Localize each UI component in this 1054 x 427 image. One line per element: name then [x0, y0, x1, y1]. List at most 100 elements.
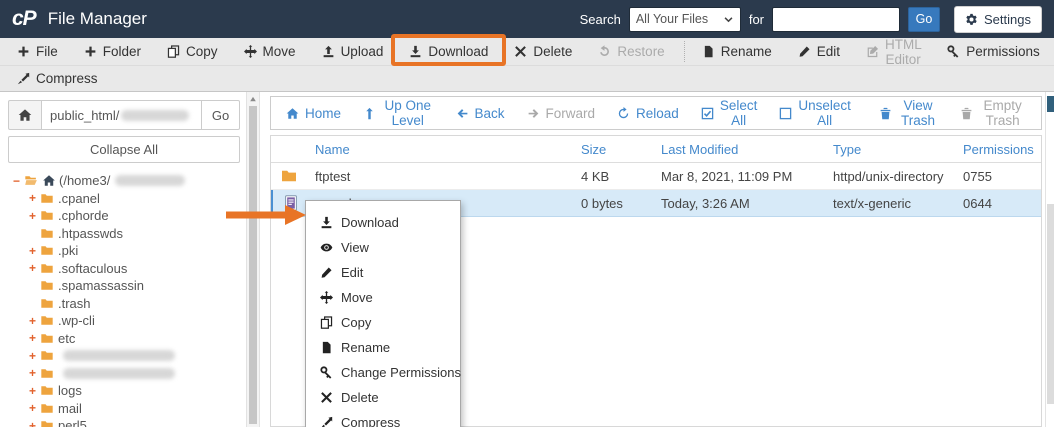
toolbar-button[interactable]: Rename [683, 41, 785, 62]
context-menu-item[interactable]: View [306, 235, 460, 260]
toolbar-button[interactable]: Move [231, 41, 309, 62]
context-menu-item[interactable]: Rename [306, 335, 460, 360]
toolbar-button[interactable]: Upload [309, 41, 397, 62]
tree-item[interactable]: + perl5 [8, 417, 240, 427]
toolbar-button[interactable]: Compress [4, 68, 111, 89]
tree-expand-toggle[interactable]: + [29, 244, 40, 258]
column-header-type[interactable]: Type [833, 142, 963, 157]
file-nav-button[interactable]: Home [275, 103, 352, 124]
file-nav-button[interactable]: Select All [690, 95, 769, 131]
collapse-all-button[interactable]: Collapse All [8, 136, 240, 163]
tree-expand-toggle[interactable]: − [13, 174, 24, 188]
file-nav-button[interactable]: Back [445, 103, 516, 124]
context-menu-item[interactable]: Download [306, 210, 460, 235]
toolbar-button[interactable]: Permissions [934, 41, 1053, 62]
toolbar-button[interactable]: Delete [501, 41, 585, 62]
file-nav-button[interactable]: Empty Trash [949, 95, 1037, 131]
tree-item[interactable]: + .softaculous [8, 260, 240, 278]
key-icon [320, 366, 333, 379]
folder-icon [40, 384, 54, 397]
context-menu-item[interactable]: Delete [306, 385, 460, 410]
tree-expand-toggle[interactable]: + [29, 419, 40, 427]
tree-expand-toggle[interactable]: + [29, 191, 40, 205]
toolbar-button[interactable]: Restore [585, 41, 677, 62]
directory-sidebar: public_html/ Go Collapse All − (/home3/ … [0, 92, 246, 427]
context-menu-item[interactable]: Copy [306, 310, 460, 335]
editsq-icon [866, 45, 879, 58]
home-path-button[interactable] [8, 100, 42, 130]
context-menu-item[interactable]: Edit [306, 260, 460, 285]
tree-expand-toggle[interactable]: + [29, 349, 40, 363]
context-menu-item[interactable]: Compress [306, 410, 460, 427]
tree-item[interactable]: + mail [8, 400, 240, 418]
toolbar-button[interactable]: Download [391, 34, 507, 66]
search-input[interactable] [772, 6, 901, 32]
download-icon [320, 216, 333, 229]
tree-item[interactable]: .spamassassin [8, 277, 240, 295]
tree-item[interactable]: + .cpanel [8, 190, 240, 208]
folder-icon [40, 227, 54, 240]
column-header-permissions[interactable]: Permissions [963, 142, 1041, 157]
folder-icon [40, 332, 54, 345]
file-nav-button[interactable]: Forward [516, 103, 607, 124]
tree-expand-toggle[interactable]: + [29, 331, 40, 345]
toolbar-button[interactable]: Edit [785, 41, 853, 62]
tree-expand-toggle[interactable]: + [29, 209, 40, 223]
path-input[interactable]: public_html/ [42, 100, 202, 130]
toolbar-button[interactable]: File [4, 41, 71, 62]
table-row[interactable]: ftptest 4 KB Mar 8, 2021, 11:09 PM httpd… [271, 163, 1041, 190]
context-menu-item[interactable]: Move [306, 285, 460, 310]
x-icon [514, 45, 527, 58]
move-icon [244, 45, 257, 58]
scroll-up-icon[interactable] [248, 94, 258, 104]
tree-expand-toggle[interactable]: + [29, 314, 40, 328]
file-nav-button[interactable]: Up One Level [352, 95, 444, 131]
sidebar-scrollbar[interactable] [246, 92, 260, 427]
file-name: ftptest [315, 168, 351, 184]
context-menu: Download View Edit Move Copy Rename Chan… [305, 200, 461, 427]
tree-item[interactable]: .trash [8, 295, 240, 313]
context-menu-item-label: Copy [341, 315, 372, 330]
tree-item[interactable]: + etc [8, 330, 240, 348]
sidebar-scrollbar-thumb[interactable] [249, 106, 257, 424]
toolbar-button[interactable]: HTML Editor [853, 34, 934, 70]
column-header-size[interactable]: Size [581, 142, 661, 157]
tree-item[interactable]: + .wp-cli [8, 312, 240, 330]
page-scrollbar[interactable] [1045, 92, 1054, 427]
path-go-button[interactable]: Go [202, 100, 240, 130]
tree-item[interactable]: .htpasswds [8, 225, 240, 243]
tree-item-label: mail [58, 400, 82, 416]
copy-icon [167, 45, 180, 58]
file-nav-button[interactable]: Reload [606, 103, 690, 124]
file-nav-button-label: Up One Level [384, 98, 432, 128]
tree-item-label: .trash [58, 295, 91, 311]
file-nav-button[interactable]: Unselect All [768, 95, 862, 131]
search-go-button[interactable]: Go [908, 6, 941, 32]
tree-expand-toggle[interactable]: + [29, 261, 40, 275]
restore-icon [598, 45, 611, 58]
tree-expand-toggle[interactable]: + [29, 366, 40, 380]
search-scope-value: All Your Files [635, 12, 709, 26]
tree-item[interactable]: + [8, 365, 240, 383]
tree-item[interactable]: + .pki [8, 242, 240, 260]
search-scope-select[interactable]: All Your Files [628, 6, 741, 32]
context-menu-item[interactable]: Change Permissions [306, 360, 461, 385]
page-scrollbar-thumb[interactable] [1047, 204, 1054, 404]
toolbar-button[interactable]: Folder [71, 41, 154, 62]
file-nav-button[interactable]: View Trash [868, 95, 949, 131]
toolbar-button-label: Edit [816, 44, 840, 59]
column-header-name[interactable]: Name [315, 142, 581, 157]
tree-expand-toggle[interactable]: + [29, 384, 40, 398]
tree-item[interactable]: − (/home3/ [8, 172, 240, 190]
toolbar-button-label: Compress [36, 71, 98, 86]
page-scrollbar-top-thumb[interactable] [1047, 96, 1054, 112]
settings-button[interactable]: Settings [954, 5, 1042, 33]
tree-item[interactable]: + .cphorde [8, 207, 240, 225]
toolbar-button[interactable]: Copy [154, 41, 231, 62]
tree-expand-toggle[interactable]: + [29, 401, 40, 415]
toolbar-button-label: Download [428, 44, 489, 59]
tree-item[interactable]: + [8, 347, 240, 365]
trash-icon [879, 107, 892, 120]
column-header-last-modified[interactable]: Last Modified [661, 142, 833, 157]
tree-item[interactable]: + logs [8, 382, 240, 400]
